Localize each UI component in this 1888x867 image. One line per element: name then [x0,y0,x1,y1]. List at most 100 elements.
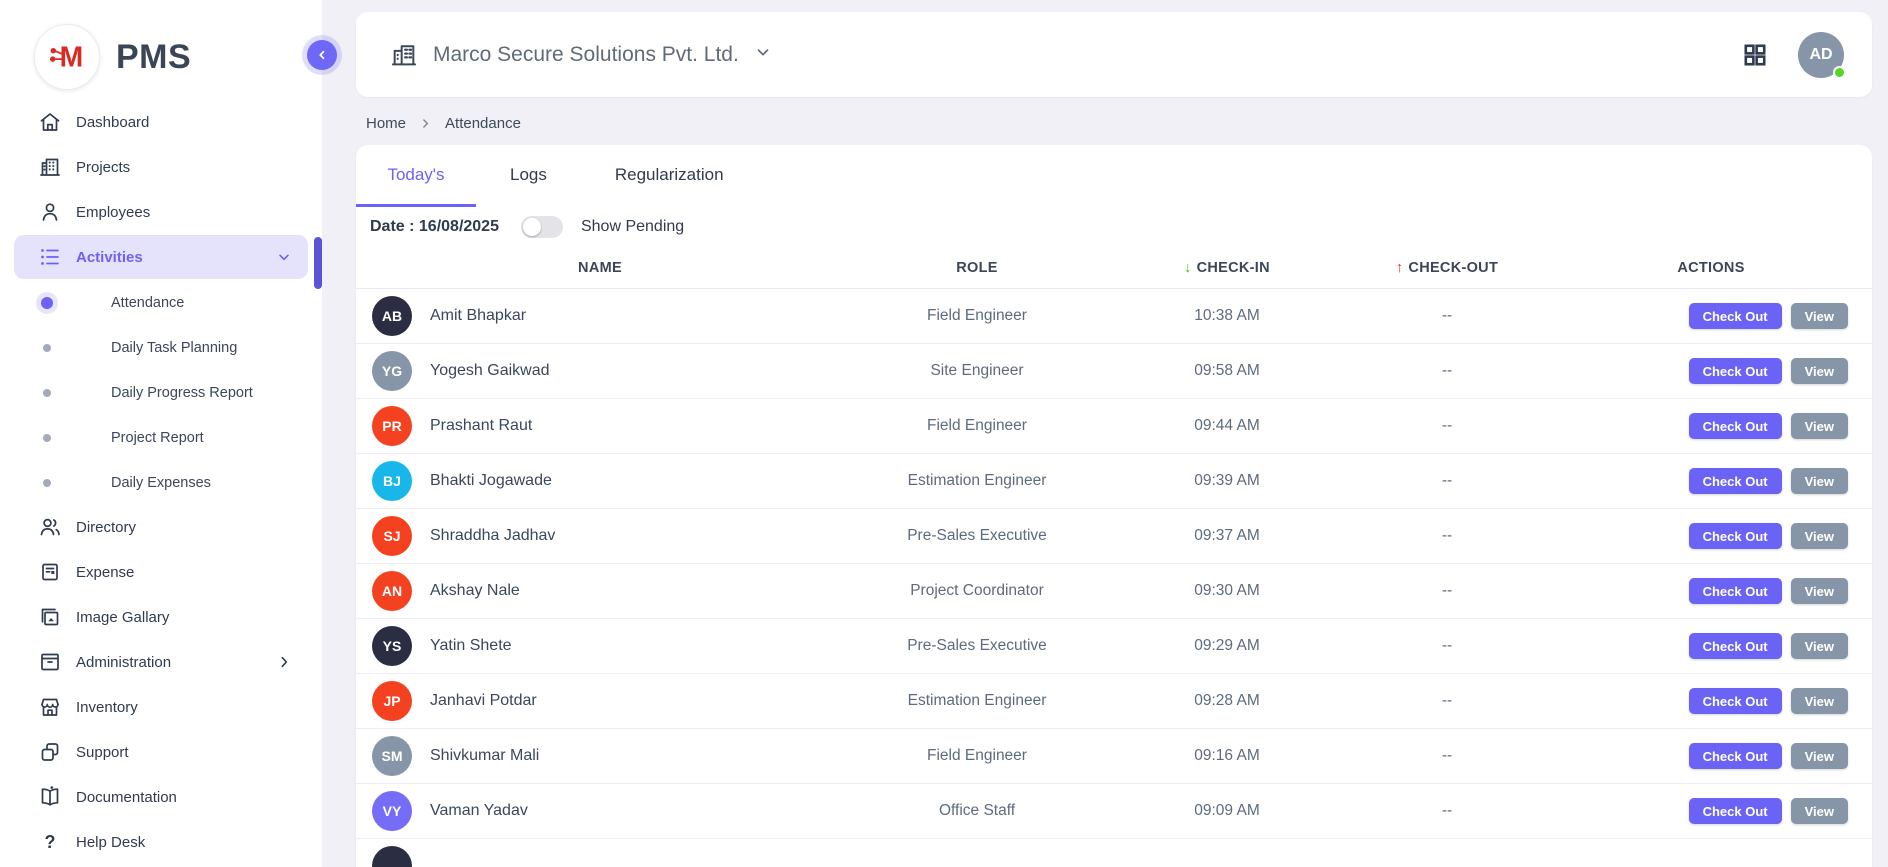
sidebar-subitem-daily-expenses[interactable]: Daily Expenses [0,460,322,505]
show-pending-toggle[interactable] [521,216,563,238]
attendance-row: VYVaman YadavOffice Staff09:09 AM--Check… [356,784,1872,839]
sidebar-item-image-gallary[interactable]: Image Gallary [14,595,308,639]
employee-role: Field Engineer [830,417,1124,435]
sidebar-item-label: Image Gallary [76,609,169,626]
employee-avatar: BJ [372,461,412,501]
view-button[interactable]: View [1791,523,1848,549]
row-actions: Check Out View [1564,743,1858,769]
sidebar-subitem-daily-task-planning[interactable]: Daily Task Planning [0,325,322,370]
employee-name: Shivkumar Mali [430,747,539,765]
tab-logs[interactable]: Logs [476,145,581,207]
check-in-time: 09:58 AM [1124,362,1330,380]
check-out-button[interactable]: Check Out [1689,523,1782,549]
question-icon: ? [38,830,62,854]
breadcrumb-home[interactable]: Home [366,115,406,132]
sidebar-collapse-button[interactable] [307,40,337,70]
sidebar-subitem-label: Daily Task Planning [111,340,237,356]
tab-today-s[interactable]: Today's [356,145,476,207]
check-in-time: 10:38 AM [1124,307,1330,325]
sidebar-item-documentation[interactable]: Documentation [14,775,308,819]
view-button[interactable]: View [1791,633,1848,659]
check-out-button[interactable]: Check Out [1689,303,1782,329]
sidebar-item-label: Projects [76,159,130,176]
sidebar-item-support[interactable]: Support [14,730,308,774]
employee-avatar: AN [372,571,412,611]
employee-role: Field Engineer [830,307,1124,325]
employee-name: Vaman Yadav [430,802,528,820]
employee-role: Pre-Sales Executive [830,637,1124,655]
row-actions: Check Out View [1564,578,1858,604]
employee-role: Field Engineer [830,747,1124,765]
employee-role: Project Coordinator [830,582,1124,600]
sidebar-item-activities[interactable]: Activities [14,235,308,279]
view-button[interactable]: View [1791,303,1848,329]
view-button[interactable]: View [1791,688,1848,714]
sidebar-subitem-project-report[interactable]: Project Report [0,415,322,460]
check-out-button[interactable]: Check Out [1689,468,1782,494]
view-button[interactable]: View [1791,468,1848,494]
check-in-time: 09:16 AM [1124,747,1330,765]
sidebar-subitem-daily-progress-report[interactable]: Daily Progress Report [0,370,322,415]
sidebar-subitem-attendance[interactable]: Attendance [0,280,322,325]
svg-text:?: ? [45,832,56,852]
view-button[interactable]: View [1791,578,1848,604]
employee-cell: BJBhakti Jogawade [370,461,830,501]
sidebar-item-projects[interactable]: Projects [14,145,308,189]
check-out-time: -- [1330,362,1564,380]
user-avatar[interactable]: AD [1798,32,1844,78]
attendance-rows: ABAmit BhapkarField Engineer10:38 AM--Ch… [356,289,1872,867]
chevron-down-icon [754,43,772,67]
receipt-icon [38,560,62,584]
main-area: Marco Secure Solutions Pvt. Ltd. AD Home… [322,0,1888,867]
sidebar-item-help-desk[interactable]: ?Help Desk [14,820,308,864]
sidebar-item-label: Dashboard [76,114,149,131]
check-out-button[interactable]: Check Out [1689,578,1782,604]
employee-cell: SMShivkumar Mali [370,736,830,776]
check-out-button[interactable]: Check Out [1689,633,1782,659]
sidebar-item-dashboard[interactable]: Dashboard [14,100,308,144]
employee-cell: PRPrashant Raut [370,406,830,446]
sidebar-item-expense[interactable]: Expense [14,550,308,594]
row-actions: Check Out View [1564,358,1858,384]
view-button[interactable]: View [1791,798,1848,824]
breadcrumb-current: Attendance [445,115,521,132]
employee-avatar: PR [372,406,412,446]
employee-cell: ANAkshay Nale [370,571,830,611]
check-out-button[interactable]: Check Out [1689,413,1782,439]
col-header-checkin[interactable]: ↓CHECK-IN [1124,260,1330,276]
check-out-button[interactable]: Check Out [1689,798,1782,824]
attendance-row: ANAkshay NaleProject Coordinator09:30 AM… [356,564,1872,619]
attendance-row: BJBhakti JogawadeEstimation Engineer09:3… [356,454,1872,509]
toggle-knob [523,218,541,236]
check-out-button[interactable]: Check Out [1689,358,1782,384]
breadcrumb: Home Attendance [356,97,1872,145]
list-icon [38,245,62,269]
view-button[interactable]: View [1791,743,1848,769]
check-in-time: 09:29 AM [1124,637,1330,655]
sidebar-item-directory[interactable]: Directory [14,505,308,549]
apps-grid-button[interactable] [1742,42,1768,68]
employee-name: Janhavi Potdar [430,692,537,710]
tab-regularization[interactable]: Regularization [581,145,758,207]
bullet-dot-icon [43,344,51,352]
sidebar-item-inventory[interactable]: Inventory [14,685,308,729]
check-out-time: -- [1330,472,1564,490]
view-button[interactable]: View [1791,413,1848,439]
online-status-dot [1833,66,1846,79]
buildings-icon [38,155,62,179]
attendance-row: SJShraddha JadhavPre-Sales Executive09:3… [356,509,1872,564]
sidebar-item-employees[interactable]: Employees [14,190,308,234]
store-icon [38,695,62,719]
company-selector[interactable]: Marco Secure Solutions Pvt. Ltd. [390,41,772,69]
employee-name: Yatin Shete [430,637,512,655]
sidebar-item-label: Administration [76,654,171,671]
check-out-button[interactable]: Check Out [1689,688,1782,714]
col-header-checkout[interactable]: ↑CHECK-OUT [1330,260,1564,276]
view-button[interactable]: View [1791,358,1848,384]
svg-text:M: M [60,41,84,73]
employee-avatar: YG [372,351,412,391]
check-in-time: 09:39 AM [1124,472,1330,490]
employee-name: Amit Bhapkar [430,307,526,325]
check-out-button[interactable]: Check Out [1689,743,1782,769]
sidebar-item-administration[interactable]: Administration [14,640,308,684]
